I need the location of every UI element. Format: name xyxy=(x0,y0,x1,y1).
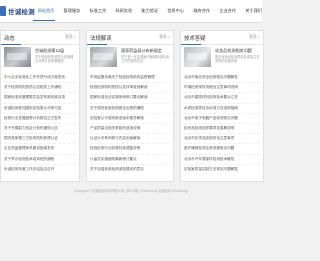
list-item[interactable]: 产品质量法相关条款的适用说明 xyxy=(90,124,170,135)
column-title: 法规解读 xyxy=(90,36,112,42)
column-header: 技术答疑 更多 > xyxy=(181,31,263,45)
list-item[interactable]: 纺织品检测送样要求及周期说明 xyxy=(184,124,260,135)
list-item[interactable]: 北京市电子电器产品检测常见问题 xyxy=(184,114,260,124)
featured-thumbnail[interactable] xyxy=(4,47,31,67)
featured-description: 关于检测机构资质认定管理办法修订的重要通知 xyxy=(35,55,74,64)
nav-active-underline xyxy=(33,20,55,22)
list-item[interactable]: 关于举办检测技术培训班的通知 xyxy=(4,155,76,165)
list-item[interactable]: 检验检测机构资质认定评审准则解读 xyxy=(90,83,170,94)
main-nav: 网站首页 管理服务 标准工作 科研实验 能力验证 信息中心 政府合作 企业合作 … xyxy=(33,0,267,22)
list-item[interactable]: 中小企业标准化工作专项行动方案发布 xyxy=(4,73,76,84)
article-list: 市场监管总局关于检验检测机构监督管理 检验检测机构资质认定评审准则解读 国家标准… xyxy=(90,73,170,174)
list-item[interactable]: 世诚检测参加国际实验室认可研讨会 xyxy=(4,104,76,114)
list-item[interactable]: 水质检测项目及标准方法选择指南 xyxy=(184,104,260,114)
logo-mark-icon xyxy=(0,6,6,16)
list-item[interactable]: 企业质量管理体系建设指南发布 xyxy=(4,144,76,155)
nav-item-government[interactable]: 政府合作 xyxy=(189,0,215,22)
featured-thumbnail[interactable] xyxy=(90,47,117,67)
list-item[interactable]: 医疗器械检测注册流程常见问题 xyxy=(184,144,260,155)
nav-item-standards[interactable]: 标准工作 xyxy=(85,0,111,22)
nav-item-proficiency[interactable]: 能力验证 xyxy=(137,0,163,22)
logo-text: 世诚检测 xyxy=(8,9,35,16)
column-title-underline xyxy=(1,43,21,45)
article-list: 北京市食品安全检测常见问题解答 环境检测采样流程及注意事项说明 北京市建筑材料检… xyxy=(184,73,260,174)
nav-item-news[interactable]: 信息中心 xyxy=(163,0,189,22)
list-item[interactable]: 实验室认可准则新旧版本差异解读 xyxy=(90,114,170,124)
featured-title[interactable]: 世诚检测第12届 xyxy=(35,48,76,54)
site-logo[interactable]: 世诚检测 xyxy=(0,3,35,19)
article-list: 中小企业标准化工作专项行动方案发布 关于检测机构资质认定相关工作通知 国家标准化… xyxy=(4,73,76,174)
list-item[interactable]: 北京市汽车零部件检测技术解答 xyxy=(184,155,260,165)
list-item[interactable]: 关于规范检验检测报告出具的通知 xyxy=(90,104,170,114)
nav-item-enterprise[interactable]: 企业合作 xyxy=(215,0,241,22)
featured-title[interactable]: 国家药监局公布新规定 xyxy=(121,48,170,54)
nav-item-about[interactable]: 关于我们 xyxy=(241,0,267,22)
column-title-underline xyxy=(87,43,107,45)
featured-article[interactable]: 国家药监局公布新规定 关于进一步加强医疗器械检验检测工作的指导意见 xyxy=(90,47,170,71)
list-item[interactable]: 计量法实施细则最新修订要点 xyxy=(90,155,170,165)
list-item[interactable]: 关于检测机构资质认定相关工作通知 xyxy=(4,83,76,94)
list-item[interactable]: 世诚检测年度工作总结会议召开 xyxy=(4,165,76,174)
featured-article[interactable]: 化妆品检测相关问题 常见化妆品检测项目及送检注意事项的详细说明 xyxy=(184,47,260,71)
list-item[interactable]: 关于加强检验检测诚信建设的意见 xyxy=(90,165,170,174)
tech-qa-column: 技术答疑 更多 > 化妆品检测相关问题 常见化妆品检测项目及送检注意事项的详细说… xyxy=(180,30,264,182)
list-item[interactable]: 北京市食品安全检测常见问题解答 xyxy=(184,73,260,84)
column-header: 动态 更多 > xyxy=(1,31,79,45)
list-item[interactable]: 认证认可条例修订内容全面解读 xyxy=(90,134,170,145)
list-item[interactable]: 环境检测采样流程及注意事项说明 xyxy=(184,83,260,94)
list-item[interactable]: 检验检测行业收费标准调整说明 xyxy=(90,144,170,155)
featured-description: 常见化妆品检测项目及送检注意事项的详细说明 xyxy=(215,55,260,64)
column-title-underline xyxy=(181,43,201,45)
more-link[interactable]: 更多 > xyxy=(249,35,260,40)
list-item[interactable]: 国家标准化法实施条例修订要点解读 xyxy=(90,93,170,104)
column-title: 技术答疑 xyxy=(184,36,206,42)
more-link[interactable]: 更多 > xyxy=(159,35,170,40)
top-navigation-bar: 世诚检测 网站首页 管理服务 标准工作 科研实验 能力验证 信息中心 政府合作 … xyxy=(0,0,262,23)
list-item[interactable]: 实验室质量控制方法常见问题解答 xyxy=(184,165,260,174)
list-item[interactable]: 北京市建筑材料检测技术要点汇总 xyxy=(184,93,260,104)
regulations-column: 法规解读 更多 > 国家药监局公布新规定 关于进一步加强医疗器械检验检测工作的指… xyxy=(86,30,174,182)
nav-item-management[interactable]: 管理服务 xyxy=(59,0,85,22)
featured-description: 关于进一步加强医疗器械检验检测工作的指导意见 xyxy=(121,55,169,64)
featured-article[interactable]: 世诚检测第12届 关于检测机构资质认定管理办法修订的重要通知 xyxy=(4,47,76,71)
featured-thumbnail[interactable] xyxy=(184,47,211,67)
news-column: 动态 更多 > 世诚检测第12届 关于检测机构资质认定管理办法修订的重要通知 中… xyxy=(0,30,80,182)
list-item[interactable]: 国家标准化管理委员会发布新标准目录 xyxy=(4,93,76,104)
column-title: 动态 xyxy=(4,36,15,42)
list-item[interactable]: 市场监管总局关于检验检测机构监督管理 xyxy=(90,73,170,84)
more-link[interactable]: 更多 > xyxy=(65,35,76,40)
list-item[interactable]: 北京市化学品检测安全注意事项 xyxy=(184,134,260,145)
nav-item-research[interactable]: 科研实验 xyxy=(111,0,137,22)
nav-item-home[interactable]: 网站首页 xyxy=(33,0,59,22)
list-item[interactable]: 检测行业发展趋势分析报告正式发布 xyxy=(4,114,76,124)
list-item[interactable]: 国内首家第三方检测机构获得认证 xyxy=(4,134,76,145)
featured-title[interactable]: 化妆品检测相关问题 xyxy=(215,48,260,54)
list-item[interactable]: 关于开展能力验证计划的通知公告 xyxy=(4,124,76,135)
footer-copyright: Copyright © 世诚检测技术有限公司 | 京ICP备 | Powered… xyxy=(73,189,188,193)
column-header: 法规解读 更多 > xyxy=(87,31,173,45)
